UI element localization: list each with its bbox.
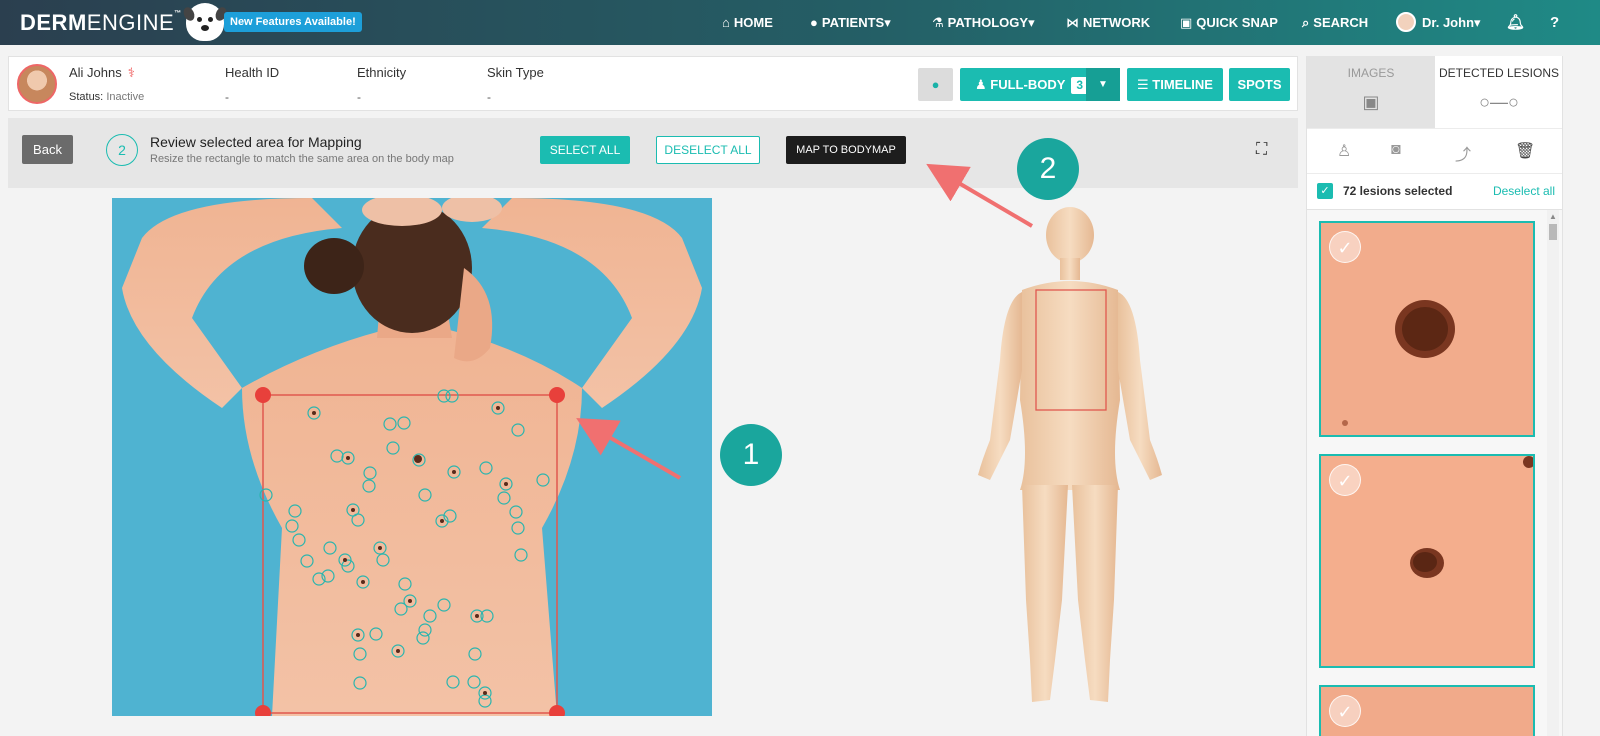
field-ethnicity: Ethnicity - [357,65,407,104]
lesion-dot [496,406,500,410]
timeline-icon: ☰ [1137,77,1149,92]
lesion-dot [351,508,355,512]
back-button[interactable]: Back [22,135,73,164]
chevron-down-icon: ▾ [1028,15,1035,30]
annotation-callout-1: 1 [720,424,782,486]
deselect-all-link[interactable]: Deselect all [1493,184,1555,198]
patient-profile-button[interactable]: ● [918,68,953,101]
help-icon[interactable]: ? [1550,0,1559,45]
lesion-thumbnail[interactable]: ✓ [1319,454,1535,668]
lesion-dot [361,580,365,584]
chevron-down-icon: ▾ [1474,15,1481,30]
lesion-dot [343,558,347,562]
check-icon: ✓ [1329,231,1361,263]
lesion-dot [414,455,422,463]
spots-button[interactable]: SPOTS [1229,68,1290,101]
nav-home[interactable]: ⌂ HOME [722,0,773,45]
step-number: 2 [106,134,138,166]
camera-icon: ▣ [1180,15,1193,30]
resize-handle [255,387,271,403]
users-icon: ● [810,15,818,30]
lesion-dot [483,691,487,695]
timeline-button[interactable]: ☰ TIMELINE [1127,68,1223,101]
annotation-callout-2: 2 [1017,138,1079,200]
lesion-dot [378,546,382,550]
nav-pathology[interactable]: ⚗ PATHOLOGY▾ [932,0,1035,45]
lesion-dot [452,470,456,474]
patient-avatar [17,64,57,104]
scroll-up-icon[interactable]: ▲ [1549,212,1557,221]
lesions-panel: IMAGES ▣ DETECTED LESIONS ○—○ ♙ ◙ ⤴ 🗑︎ ✓ 7… [1306,56,1563,736]
microscope-icon: ⚗ [932,15,944,30]
lesion-thumbnail[interactable]: ✓ [1319,685,1535,736]
lesion-dot [408,599,412,603]
lesion-dot [396,649,400,653]
trash-icon[interactable]: 🗑︎ [1515,141,1535,161]
step-subtitle: Resize the rectangle to match the same a… [150,153,454,165]
chevron-down-icon: ▾ [884,15,891,30]
photo-canvas [112,198,712,716]
mapping-step-bar: Back 2 Review selected area for Mapping … [8,118,1298,188]
select-all-button[interactable]: SELECT ALL [540,136,630,164]
bell-icon[interactable]: 🔔︎ [1506,0,1525,45]
network-icon: ⋈ [1066,15,1079,30]
chevron-down-icon: ▼ [1098,79,1108,90]
map-to-bodymap-button[interactable]: MAP TO BODYMAP [786,136,906,164]
lesion-dot [504,482,508,486]
lesion-list-scrollbar[interactable]: ▲ [1547,210,1559,736]
tab-detected-lesions[interactable]: DETECTED LESIONS ○—○ [1435,56,1563,128]
step-title: Review selected area for Mapping [150,134,362,150]
new-features-badge[interactable]: New Features Available! [224,12,362,32]
check-icon: ✓ [1329,695,1361,727]
selection-summary: ✓ 72 lesions selected Deselect all [1307,174,1563,210]
selected-count: 72 lesions selected [1343,184,1453,198]
lesion-thumbnail[interactable]: ✓ [1319,221,1535,437]
top-navigation: DERMENGINE™ New Features Available! ⌂ HOM… [0,0,1600,45]
check-icon: ✓ [1329,464,1361,496]
person-map-icon[interactable]: ♙ [1337,141,1351,161]
camera-icon[interactable]: ◙ [1391,141,1401,159]
dna-icon: ⚕ [127,65,135,80]
dermengine-logo[interactable]: DERMENGINE™ [20,10,182,36]
person-icon: ♟ [975,77,987,92]
select-all-checkbox[interactable]: ✓ [1317,183,1333,199]
body-map[interactable] [960,200,1180,716]
patient-back-photo[interactable] [112,198,712,716]
mascot-dog-icon [181,3,229,41]
lesion-dot [475,614,479,618]
fullscreen-icon[interactable]: ⛶ [1256,141,1267,159]
avatar [1396,12,1416,33]
lesion-toolbar: ♙ ◙ ⤴ 🗑︎ [1307,128,1563,174]
search-icon: ⌕ [1302,15,1310,30]
nav-patients[interactable]: ● PATIENTS▾ [810,0,891,45]
user-menu[interactable]: Dr. John▾ [1396,0,1481,45]
full-body-button[interactable]: ♟ FULL-BODY 3 ▼ [960,68,1120,101]
lesion-dot [440,519,444,523]
panel-edge [1562,56,1563,736]
user-icon: ● [931,77,940,92]
patient-info-bar: Ali Johns ⚕ Status: Inactive Health ID - E… [8,56,1298,111]
lesion-dot [312,411,316,415]
field-skin-type: Skin Type - [487,65,544,104]
full-body-dropdown-toggle[interactable]: ▼ [1086,68,1120,101]
body-map-figure [978,207,1162,702]
field-health-id: Health ID - [225,65,280,104]
nav-quick-snap[interactable]: ▣ QUICK SNAP [1180,0,1278,45]
scrollbar-thumb[interactable] [1549,224,1557,240]
tab-images[interactable]: IMAGES ▣ [1307,56,1435,128]
nav-search[interactable]: ⌕ SEARCH [1302,0,1368,45]
deselect-all-button[interactable]: DESELECT ALL [656,136,760,164]
images-icon: ▣ [1362,92,1380,112]
lesion-dot [346,456,350,460]
merge-icon[interactable]: ⤴ [1455,141,1471,165]
patient-status: Status: Inactive [69,91,145,103]
resize-handle [549,387,565,403]
home-icon: ⌂ [722,15,730,30]
connector-icon: ○—○ [1479,92,1519,112]
patient-name: Ali Johns ⚕ [69,65,135,80]
lesion-dot [356,633,360,637]
nav-network[interactable]: ⋈ NETWORK [1066,0,1150,45]
